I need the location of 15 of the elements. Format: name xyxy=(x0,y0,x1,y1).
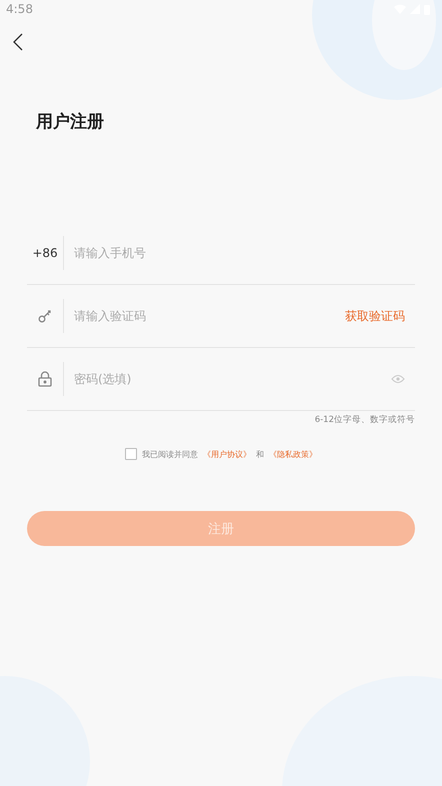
lock-icon xyxy=(38,371,52,387)
terms-link[interactable]: 《用户协议》 xyxy=(203,448,251,460)
status-time: 4:58 xyxy=(6,2,33,16)
key-icon xyxy=(38,309,52,323)
country-code[interactable]: +86 xyxy=(32,246,58,260)
input-field[interactable]: 请输入手机号 xyxy=(72,245,415,261)
privacy-link[interactable]: 《隐私政策》 xyxy=(269,448,317,460)
conjunction-text: 和 xyxy=(256,448,264,460)
agreement-checkbox[interactable] xyxy=(125,448,137,460)
input-field[interactable]: 请输入验证码 xyxy=(72,308,345,324)
page-title: 用户注册 xyxy=(36,111,105,134)
agreement-text: 我已阅读并同意 xyxy=(142,448,198,460)
get-code-button[interactable]: 获取验证码 xyxy=(345,308,415,324)
password-hint: 6-12位字母、数字或符号 xyxy=(314,414,415,426)
input-field[interactable]: 密码(选填) xyxy=(72,371,391,387)
